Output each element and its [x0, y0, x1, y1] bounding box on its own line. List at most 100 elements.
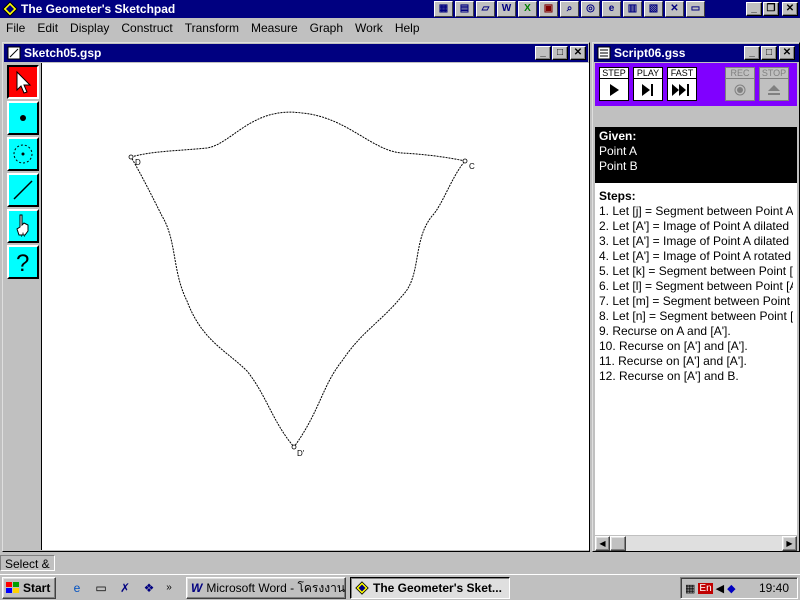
sketch-doc-icon [7, 46, 21, 60]
script-controls: STEP PLAY FAST REC STOP [595, 63, 797, 106]
keyboard-icon[interactable]: ▦ [685, 582, 695, 595]
script-title-bar[interactable]: Script06.gss _ □ ✕ [594, 44, 799, 62]
point-tool[interactable] [7, 101, 39, 135]
open-folder-icon[interactable]: ▱ [476, 1, 495, 17]
menu-bar: File Edit Display Construct Transform Me… [0, 18, 800, 38]
given-panel: Given: Point A Point B [595, 127, 797, 183]
arrow-icon [16, 70, 32, 94]
quicklaunch-more-icon[interactable]: » [160, 579, 178, 597]
step-item: 5. Let [k] = Segment between Point [ [599, 264, 793, 278]
sketchpad-task-icon [355, 581, 369, 595]
scroll-left-icon[interactable]: ◀ [595, 536, 610, 551]
text-tool[interactable]: A [7, 209, 39, 243]
info-tool[interactable]: ? [7, 245, 39, 279]
sketch-canvas[interactable]: D C D' [41, 63, 589, 550]
word-task-icon: W [191, 581, 203, 595]
step-item: 10. Recurse on [A'] and [A']. [599, 339, 748, 353]
menu-edit[interactable]: Edit [31, 21, 64, 35]
binder-icon[interactable]: ▥ [623, 1, 642, 17]
sketch-title: Sketch05.gsp [24, 46, 102, 60]
given-item[interactable]: Point B [599, 159, 793, 174]
menu-construct[interactable]: Construct [115, 21, 178, 35]
volume-icon[interactable]: ◀ [716, 582, 724, 595]
play-label: PLAY [633, 67, 663, 79]
menu-work[interactable]: Work [349, 21, 389, 35]
status-bar: Select & [0, 554, 800, 572]
shortcut-app-icon[interactable]: ❖ [140, 579, 158, 597]
stop-button[interactable]: STOP [759, 67, 789, 101]
search-icon[interactable]: ⌕ [560, 1, 579, 17]
menu-measure[interactable]: Measure [245, 21, 304, 35]
sketch-close-button[interactable]: ✕ [570, 46, 586, 60]
play-icon [642, 83, 653, 96]
new-document-icon[interactable]: ▤ [455, 1, 474, 17]
office-shortcut-icon[interactable]: ▦ [434, 1, 453, 17]
menu-help[interactable]: Help [389, 21, 426, 35]
fast-forward-icon [672, 83, 689, 96]
scroll-thumb[interactable] [610, 536, 626, 551]
status-text: Select & [0, 555, 55, 571]
shortcut-tool-icon[interactable]: ✗ [116, 579, 134, 597]
internet-explorer-icon[interactable]: e [68, 579, 86, 597]
start-button[interactable]: Start [2, 577, 56, 599]
app-minimize-button[interactable]: _ [746, 2, 762, 16]
app-restore-button[interactable]: ❐ [763, 2, 779, 16]
task-word[interactable]: W Microsoft Word - โครงงาน [186, 577, 346, 599]
selection-arrow-tool[interactable] [7, 65, 39, 99]
steps-horizontal-scrollbar[interactable]: ◀ ▶ [595, 536, 797, 551]
excel-icon[interactable]: X [518, 1, 537, 17]
explorer-icon[interactable]: ◎ [581, 1, 600, 17]
sketch-title-bar[interactable]: Sketch05.gsp _ □ ✕ [4, 44, 588, 62]
sketch-maximize-button[interactable]: □ [552, 46, 568, 60]
script-minimize-button[interactable]: _ [744, 46, 760, 60]
notes-icon[interactable]: ▧ [644, 1, 663, 17]
straightedge-tool[interactable] [7, 173, 39, 207]
task-sketchpad[interactable]: The Geometer's Sket... [350, 577, 510, 599]
sketch-minimize-button[interactable]: _ [535, 46, 551, 60]
step-icon [610, 83, 619, 96]
svg-text:?: ? [16, 250, 29, 275]
menu-graph[interactable]: Graph [304, 21, 349, 35]
step-item: 11. Recurse on [A'] and [A']. [599, 354, 747, 368]
step-item: 9. Recurse on A and [A']. [599, 324, 731, 338]
menu-file[interactable]: File [0, 21, 31, 35]
step-item: 3. Let [A'] = Image of Point A dilated I [599, 234, 793, 248]
step-item: 12. Recurse on [A'] and B. [599, 369, 739, 383]
point-label-c: C [469, 162, 475, 171]
show-desktop-icon[interactable]: ▭ [92, 579, 110, 597]
app-close-button[interactable]: ✕ [782, 2, 798, 16]
app-title-bar: The Geometer's Sketchpad ▦ ▤ ▱ W X ▣ ⌕ ◎… [0, 0, 800, 18]
point-label-d-prime: D' [297, 449, 305, 458]
network-icon[interactable]: ◆ [727, 582, 735, 595]
eject-icon [768, 84, 780, 95]
script-doc-icon [597, 46, 611, 60]
sketchpad-app-icon [2, 1, 18, 17]
record-icon [734, 84, 746, 95]
fast-label: FAST [667, 67, 697, 79]
fast-button[interactable]: FAST [667, 67, 697, 101]
system-tray: ▦ En ◀ ◆ 19:40 [680, 577, 798, 599]
compass-tool[interactable] [7, 137, 39, 171]
language-indicator[interactable]: En [698, 582, 713, 594]
menu-display[interactable]: Display [64, 21, 115, 35]
rec-button[interactable]: REC [725, 67, 755, 101]
script-close-button[interactable]: ✕ [779, 46, 795, 60]
tools-icon[interactable]: ✕ [665, 1, 684, 17]
step-button[interactable]: STEP [599, 67, 629, 101]
word-icon[interactable]: W [497, 1, 516, 17]
powerpoint-icon[interactable]: ▣ [539, 1, 558, 17]
fractal-curve: D C D' [128, 111, 475, 458]
internet-icon[interactable]: e [602, 1, 621, 17]
monitor-icon[interactable]: ▭ [686, 1, 705, 17]
task-word-label: Microsoft Word - โครงงาน [206, 580, 346, 595]
menu-transform[interactable]: Transform [179, 21, 245, 35]
clock: 19:40 [758, 581, 789, 595]
given-item[interactable]: Point A [599, 144, 793, 159]
step-item: 2. Let [A'] = Image of Point A dilated I [599, 219, 793, 233]
task-sketchpad-label: The Geometer's Sket... [373, 581, 502, 595]
svg-text:A: A [21, 233, 25, 239]
scroll-right-icon[interactable]: ▶ [782, 536, 797, 551]
script-maximize-button[interactable]: □ [761, 46, 777, 60]
play-button[interactable]: PLAY [633, 67, 663, 101]
script-title: Script06.gss [614, 46, 686, 60]
